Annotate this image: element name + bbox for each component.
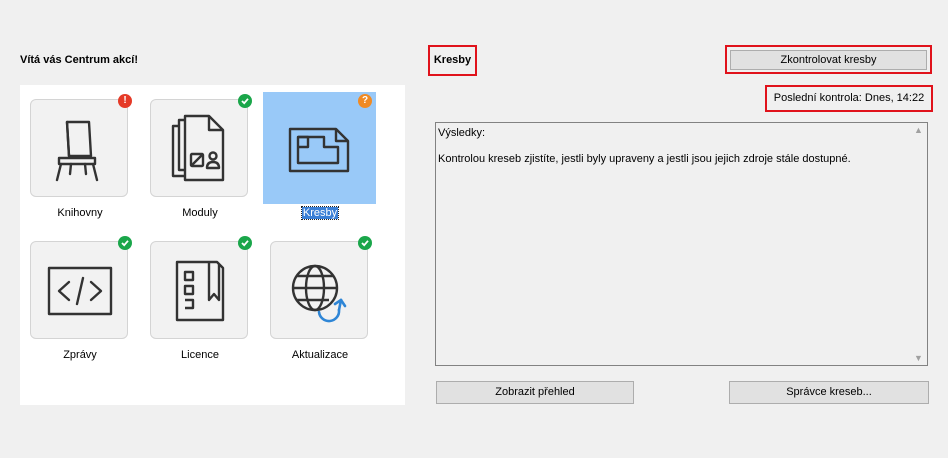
warning-badge: ? — [358, 94, 372, 108]
drawing-manager-button[interactable]: Správce kreseb... — [729, 381, 929, 404]
last-check-status: Poslední kontrola: Dnes, 14:22 — [765, 85, 933, 112]
tile-label-selected: Kresby — [300, 206, 340, 220]
tile-licence[interactable]: Licence — [140, 227, 252, 367]
ok-check-icon — [238, 94, 252, 108]
ok-check-icon — [118, 236, 132, 250]
code-icon — [47, 266, 113, 316]
tile-label: Zprávy — [63, 349, 97, 361]
ok-check-icon — [238, 236, 252, 250]
tile-label: Aktualizace — [291, 349, 349, 361]
section-title: Kresby — [428, 45, 477, 76]
tile-label: Knihovny — [57, 207, 103, 219]
scroll-down-icon[interactable]: ▼ — [914, 353, 923, 363]
error-badge: ! — [118, 94, 132, 108]
tile-knihovny[interactable]: ! Knihovny — [20, 85, 132, 225]
tile-zpravy[interactable]: Zprávy — [20, 227, 132, 367]
globe-update-icon — [291, 264, 347, 323]
ok-check-icon — [358, 236, 372, 250]
show-overview-button[interactable]: Zobrazit přehled — [436, 381, 634, 404]
tile-moduly[interactable]: Moduly — [140, 85, 252, 225]
check-drawings-button[interactable]: Zkontrolovat kresby — [730, 50, 927, 70]
tile-label: Licence — [181, 349, 219, 361]
tile-label: Moduly — [182, 207, 218, 219]
scroll-up-icon[interactable]: ▲ — [914, 125, 923, 135]
results-text: Kontrolou kreseb zjistíte, jestli byly u… — [438, 153, 851, 165]
chair-icon — [55, 120, 99, 182]
tile-kresby[interactable]: ? Kresby — [260, 85, 372, 225]
results-scrollbar[interactable]: ▲ ▼ — [911, 123, 927, 365]
license-icon — [175, 260, 225, 322]
results-box[interactable]: Výsledky: Kontrolou kreseb zjistíte, jes… — [435, 122, 928, 366]
results-label: Výsledky: — [438, 127, 486, 139]
modules-icon — [171, 114, 225, 182]
welcome-heading: Vítá vás Centrum akcí! — [20, 54, 138, 66]
check-button-highlight: Zkontrolovat kresby — [725, 45, 932, 74]
drawing-icon — [288, 127, 350, 173]
tile-aktualizace[interactable]: Aktualizace — [260, 227, 372, 367]
